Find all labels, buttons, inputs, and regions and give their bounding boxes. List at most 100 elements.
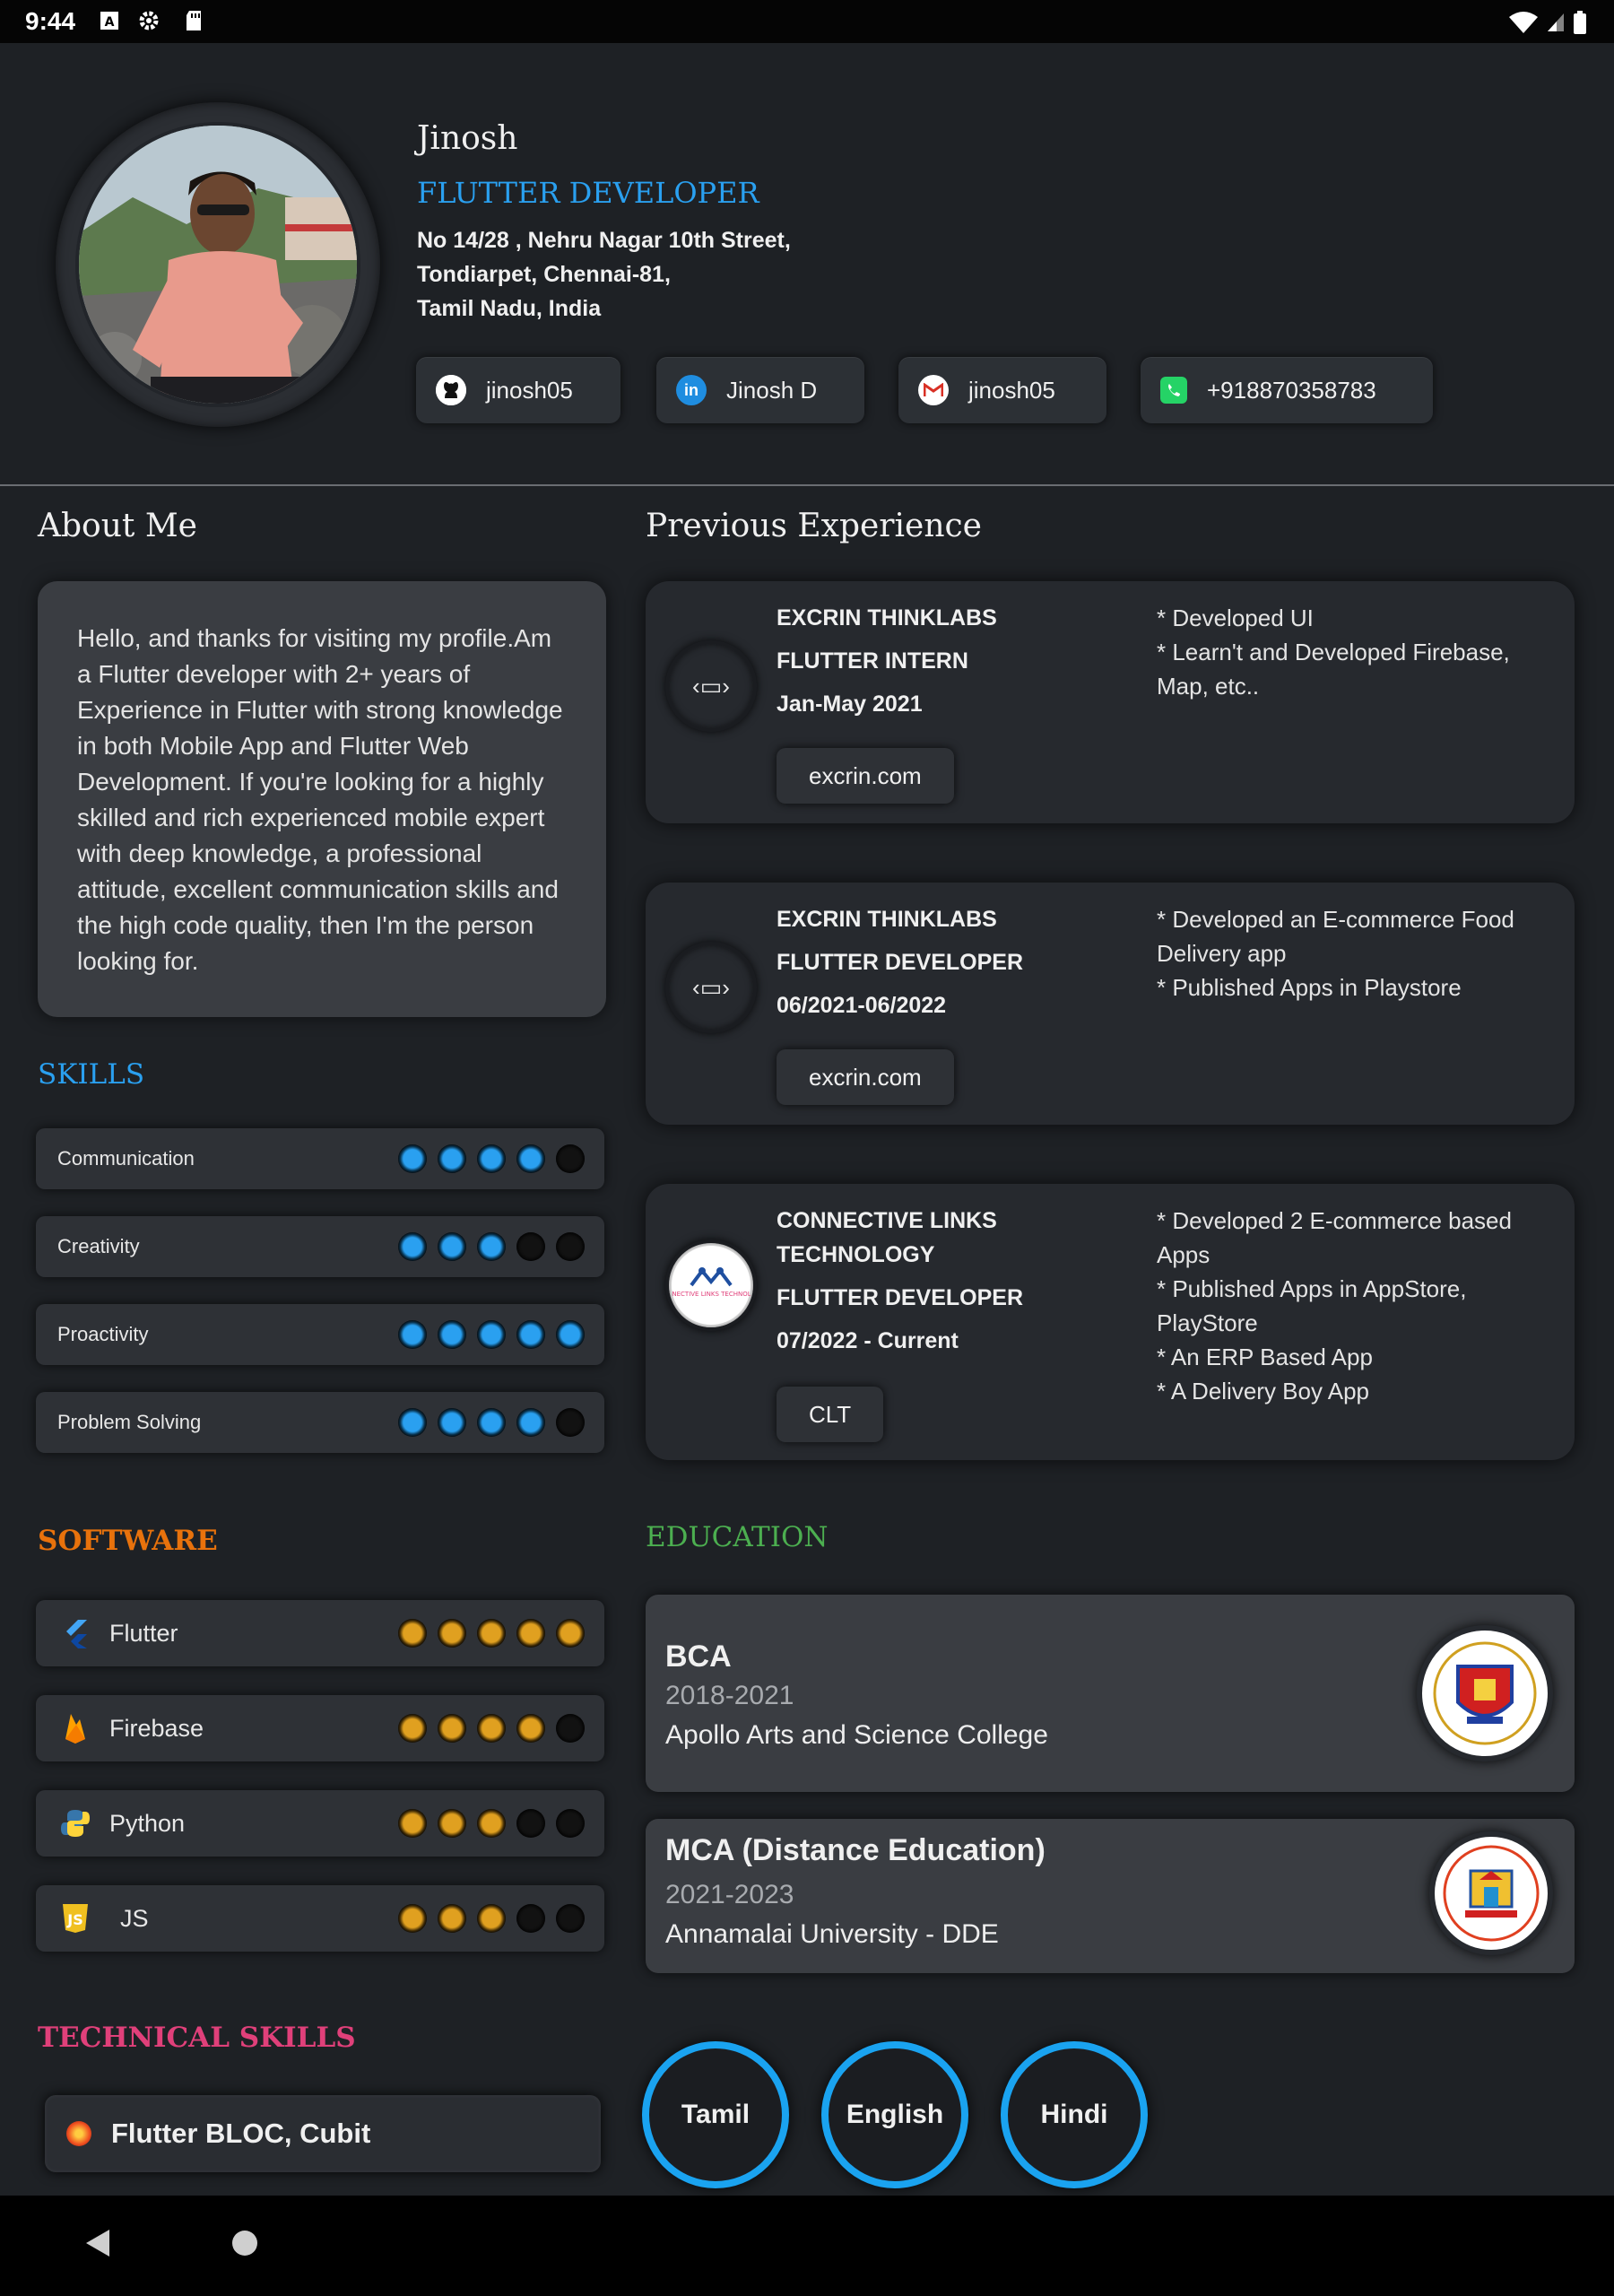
skill-rating bbox=[398, 1408, 585, 1437]
education-card: MCA (Distance Education) 2021-2023 Annam… bbox=[646, 1819, 1575, 1973]
firebase-icon bbox=[57, 1710, 93, 1746]
software-label: JS bbox=[120, 1904, 149, 1932]
contact-linkedin[interactable]: in Jinosh D bbox=[656, 357, 864, 423]
about-title: About Me bbox=[38, 508, 197, 544]
github-icon bbox=[436, 375, 466, 405]
software-label: Flutter bbox=[109, 1619, 178, 1647]
signal-icon bbox=[1548, 13, 1564, 31]
skill-rating bbox=[398, 1320, 585, 1349]
rating-dot-filled bbox=[398, 1408, 427, 1437]
skill-label: Creativity bbox=[57, 1235, 140, 1257]
navigation-bar bbox=[0, 2196, 1614, 2296]
rating-dot-filled bbox=[556, 1320, 585, 1349]
experience-card: CONNECTIVE LINKS TECHNOLOGY CONNECTIVE L… bbox=[646, 1184, 1575, 1460]
skill-label: Proactivity bbox=[57, 1323, 149, 1345]
experience-point: * Developed an E-commerce Food Delivery … bbox=[1157, 906, 1514, 967]
experience-role: FLUTTER INTERN bbox=[777, 648, 968, 674]
experience-link[interactable]: excrin.com bbox=[777, 1049, 954, 1105]
college-seal bbox=[1417, 1625, 1553, 1761]
experience-link[interactable]: excrin.com bbox=[777, 748, 954, 804]
rating-dot-filled bbox=[438, 1809, 466, 1838]
svg-text:JS: JS bbox=[66, 1911, 82, 1928]
address-line: No 14/28 , Nehru Nagar 10th Street, bbox=[417, 228, 791, 253]
rating-dot-filled bbox=[477, 1144, 506, 1173]
skill-label: Communication bbox=[57, 1147, 195, 1170]
experience-points: * Developed UI * Learn't and Developed F… bbox=[1157, 601, 1551, 703]
gear-icon bbox=[139, 11, 159, 30]
software-bar: Flutter bbox=[36, 1600, 604, 1666]
experience-point: * Published Apps in Playstore bbox=[1157, 974, 1462, 1001]
rating-dot-filled bbox=[398, 1809, 427, 1838]
software-bar: JS JS bbox=[36, 1885, 604, 1952]
rating-dot-filled bbox=[438, 1408, 466, 1437]
rating-dot-filled bbox=[438, 1619, 466, 1648]
contact-label: +918870358783 bbox=[1207, 376, 1376, 404]
font-icon: A bbox=[100, 12, 118, 30]
experience-company: EXCRIN THINKLABS bbox=[777, 907, 997, 932]
contact-gmail[interactable]: jinosh05 bbox=[898, 357, 1106, 423]
rating-dot-filled bbox=[477, 1809, 506, 1838]
software-title: SOFTWARE bbox=[38, 1525, 218, 1557]
experience-point: * A Delivery Boy App bbox=[1157, 1378, 1370, 1405]
rating-dot-filled bbox=[516, 1619, 545, 1648]
rating-dot-filled bbox=[516, 1144, 545, 1173]
experience-points: * Developed an E-commerce Food Delivery … bbox=[1157, 902, 1551, 1004]
experience-point: * An ERP Based App bbox=[1157, 1344, 1373, 1370]
contact-whatsapp[interactable]: +918870358783 bbox=[1141, 357, 1433, 423]
experience-point: * Developed 2 E-commerce based Apps bbox=[1157, 1207, 1512, 1268]
education-school: Apollo Arts and Science College bbox=[665, 1720, 1048, 1750]
whatsapp-icon bbox=[1160, 377, 1187, 404]
profile-role: FLUTTER DEVELOPER bbox=[417, 176, 759, 210]
experience-point: * Developed UI bbox=[1157, 604, 1314, 631]
company-logo: CONNECTIVE LINKS TECHNOLOGY bbox=[665, 1239, 757, 1331]
rating-dot-empty bbox=[556, 1232, 585, 1261]
rating-dot-filled bbox=[556, 1619, 585, 1648]
python-icon bbox=[57, 1805, 93, 1841]
rating-dot-filled bbox=[477, 1232, 506, 1261]
rating-dot-filled bbox=[477, 1714, 506, 1743]
rating-dot-filled bbox=[516, 1408, 545, 1437]
education-school: Annamalai University - DDE bbox=[665, 1919, 999, 1949]
code-icon: ‹▭› bbox=[665, 942, 757, 1033]
rating-dot-filled bbox=[398, 1714, 427, 1743]
experience-period: 07/2022 - Current bbox=[777, 1328, 959, 1353]
technical-skills-title: TECHNICAL SKILLS bbox=[38, 2022, 356, 2054]
flutter-icon bbox=[57, 1615, 93, 1651]
rating-dot-empty bbox=[516, 1904, 545, 1933]
skill-bar: Communication bbox=[36, 1128, 604, 1189]
education-title: EDUCATION bbox=[646, 1521, 829, 1553]
skill-bar: Proactivity bbox=[36, 1304, 604, 1365]
rating-dot-filled bbox=[477, 1619, 506, 1648]
software-label: Firebase bbox=[109, 1714, 204, 1742]
skills-title: SKILLS bbox=[38, 1058, 145, 1091]
skill-rating bbox=[398, 1232, 585, 1261]
contact-label: Jinosh D bbox=[726, 376, 818, 404]
rating-dot-filled bbox=[516, 1320, 545, 1349]
rating-dot-filled bbox=[398, 1144, 427, 1173]
experience-title: Previous Experience bbox=[646, 508, 982, 544]
experience-link[interactable]: CLT bbox=[777, 1387, 884, 1442]
status-bar: 9:44 A bbox=[0, 0, 1614, 43]
technical-skill-label: Flutter BLOC, Cubit bbox=[111, 2118, 371, 2149]
battery-icon bbox=[1574, 11, 1586, 34]
skill-rating bbox=[398, 1144, 585, 1173]
experience-period: 06/2021-06/2022 bbox=[777, 993, 947, 1018]
home-icon[interactable] bbox=[231, 2230, 258, 2257]
skill-bar: Problem Solving bbox=[36, 1392, 604, 1453]
experience-role: FLUTTER DEVELOPER bbox=[777, 950, 1024, 975]
experience-point: * Published Apps in AppStore, PlayStore bbox=[1157, 1275, 1467, 1336]
rating-dot-filled bbox=[398, 1619, 427, 1648]
rating-dot-empty bbox=[556, 1904, 585, 1933]
gmail-icon bbox=[918, 375, 949, 405]
avatar bbox=[75, 122, 360, 407]
avatar-frame bbox=[56, 102, 380, 427]
language-badge: English bbox=[821, 2041, 968, 2188]
university-seal bbox=[1429, 1831, 1553, 1955]
software-bar: Python bbox=[36, 1790, 604, 1857]
address-line: Tondiarpet, Chennai-81, bbox=[417, 262, 671, 287]
contact-github[interactable]: jinosh05 bbox=[416, 357, 620, 423]
education-card: BCA 2018-2021 Apollo Arts and Science Co… bbox=[646, 1595, 1575, 1792]
contact-label: jinosh05 bbox=[968, 376, 1055, 404]
sd-card-icon bbox=[187, 11, 201, 30]
back-icon[interactable] bbox=[84, 2228, 111, 2258]
